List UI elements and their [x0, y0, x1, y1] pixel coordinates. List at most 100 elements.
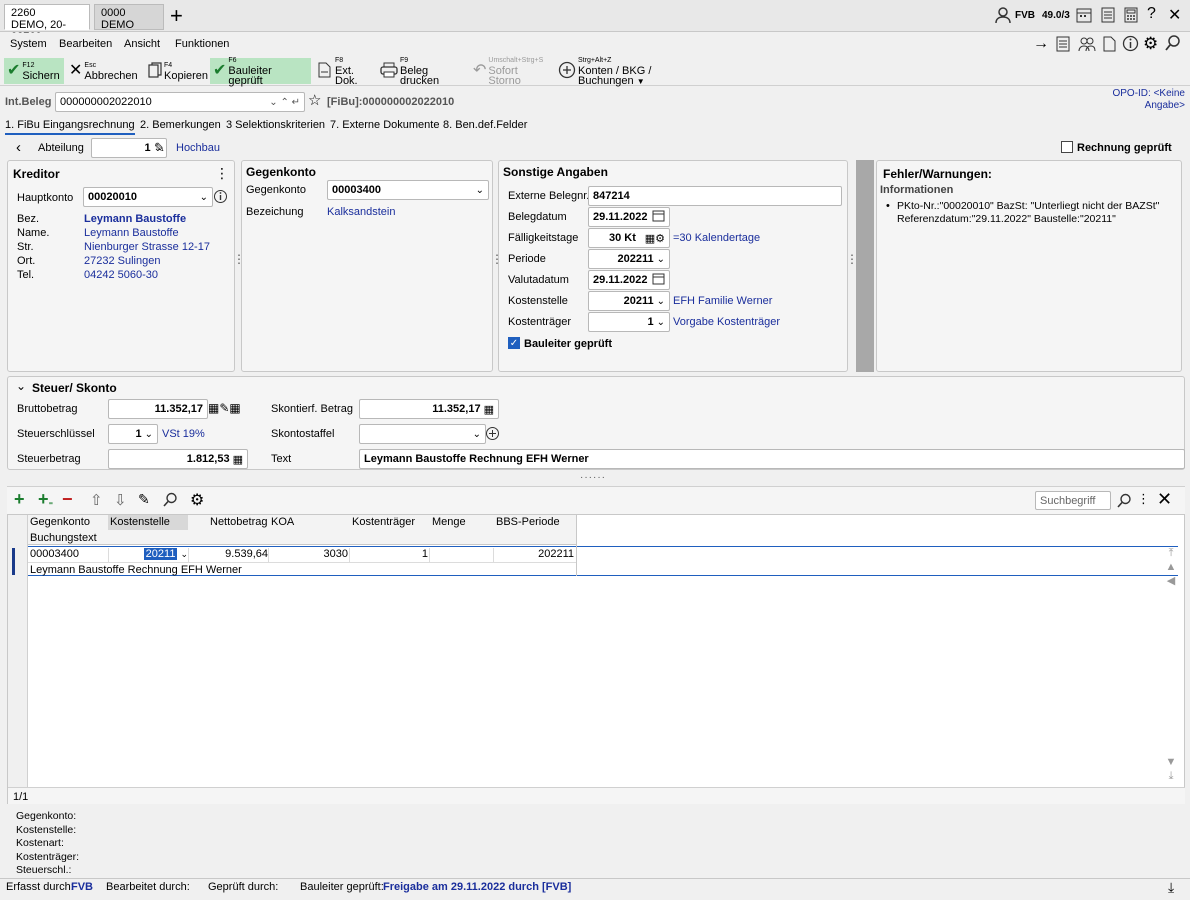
- edit-pencil-icon[interactable]: ✎: [154, 140, 165, 156]
- bauleiter-geprueft-button[interactable]: ✔ F6 Bauleiter geprüft: [210, 57, 311, 87]
- calculator-icon[interactable]: ▦: [484, 403, 494, 416]
- cancel-button[interactable]: ✕ Esc Abbrechen: [66, 58, 140, 84]
- grid-search-input[interactable]: Suchbegriff: [1035, 491, 1111, 510]
- menu-bearbeiten[interactable]: Bearbeiten: [59, 38, 112, 50]
- back-chevron-icon[interactable]: ‹: [16, 139, 21, 156]
- col-kostentraeger[interactable]: Kostenträger: [352, 516, 415, 528]
- konten-button[interactable]: Strg+Alt+Z Konten / BKG / Buchungen ▼: [555, 57, 713, 86]
- help-icon[interactable]: ?: [1147, 5, 1156, 23]
- bauleiter-checkbox[interactable]: ✓: [508, 337, 520, 350]
- menu-funktionen[interactable]: Funktionen: [175, 38, 229, 50]
- info-icon[interactable]: [1122, 35, 1139, 55]
- star-icon[interactable]: ☆: [308, 91, 321, 109]
- delete-row-icon[interactable]: −: [62, 490, 73, 508]
- settings-icon[interactable]: ⚙: [190, 490, 204, 510]
- calendar-icon[interactable]: [652, 209, 665, 225]
- window-tab-2260[interactable]: 2260 DEMO, 20-02760: [4, 4, 90, 43]
- valutadatum-input[interactable]: 29.11.2022: [588, 270, 670, 290]
- ext-belegnr-input[interactable]: 847214: [588, 186, 842, 206]
- tab-bemerkungen[interactable]: 2. Bemerkungen: [140, 119, 221, 131]
- more-icon[interactable]: ⋮: [215, 165, 229, 182]
- info-icon[interactable]: [213, 189, 228, 207]
- col-kostenstelle[interactable]: Kostenstelle: [110, 516, 170, 528]
- save-button[interactable]: ✔ F12 Sichern: [4, 58, 64, 84]
- int-beleg-input[interactable]: 000000002022010 ⌄ ⌃ ↵: [55, 92, 305, 112]
- window-tab-0000[interactable]: 0000 DEMO: [94, 4, 164, 31]
- print-button[interactable]: F9 Beleg drucken: [377, 57, 467, 87]
- user-icon[interactable]: [994, 6, 1012, 27]
- close-window-icon[interactable]: ✕: [1168, 5, 1181, 25]
- row-gegenkonto[interactable]: 00003400: [30, 548, 79, 560]
- skontierf-input[interactable]: 11.352,17 ▦: [359, 399, 499, 419]
- tab-selektionskriterien[interactable]: 3 Selektionskriterien: [226, 119, 325, 131]
- belegdatum-input[interactable]: 29.11.2022: [588, 207, 670, 227]
- menu-system[interactable]: System: [10, 38, 47, 50]
- copy-button[interactable]: F4 Kopieren: [145, 58, 208, 84]
- calendar-settings-icon[interactable]: ▦⚙: [645, 232, 665, 245]
- col-gegenkonto[interactable]: Gegenkonto: [30, 516, 90, 528]
- periode-select[interactable]: 202211 ⌄: [588, 249, 670, 269]
- notes-icon[interactable]: [1100, 7, 1116, 26]
- close-icon[interactable]: ✕: [1157, 489, 1172, 510]
- calculator-icon[interactable]: ▦: [233, 453, 243, 466]
- tab-externe-dokumente[interactable]: 7. Externe Dokumente: [330, 119, 439, 131]
- move-down-icon[interactable]: ⇩: [114, 491, 127, 509]
- row-nettobetrag[interactable]: 9.539,64: [190, 548, 268, 560]
- add-row-icon[interactable]: +: [14, 490, 25, 508]
- add-subrow-icon[interactable]: +₌: [38, 490, 53, 511]
- users-icon[interactable]: [1078, 36, 1096, 55]
- skontostaffel-select[interactable]: ⌄: [359, 424, 486, 444]
- splitter-handle-horizontal[interactable]: ······: [580, 472, 606, 483]
- calculator-pencil-icon[interactable]: ▦✎▦: [208, 401, 241, 415]
- col-menge[interactable]: Menge: [432, 516, 466, 528]
- search-icon[interactable]: [1165, 35, 1181, 54]
- add-circle-icon[interactable]: [485, 426, 500, 444]
- list-icon[interactable]: [1056, 36, 1070, 55]
- hauptkonto-value: 00020010: [88, 191, 137, 203]
- gegenkonto-select[interactable]: 00003400 ⌄: [327, 180, 489, 200]
- col-bbs-periode[interactable]: BBS-Periode: [496, 516, 560, 528]
- brutto-input[interactable]: 11.352,17: [108, 399, 208, 419]
- row-koa[interactable]: 3030: [270, 548, 348, 560]
- ext-dok-button[interactable]: F8 Ext. Dok.: [314, 57, 376, 87]
- scroll-top-icon[interactable]: ⤒ ▲ ◀: [1164, 546, 1178, 588]
- scroll-bottom-icon[interactable]: ▼ ⤓: [1164, 755, 1178, 783]
- col-koa[interactable]: KOA: [271, 516, 294, 528]
- scroll-down-icon[interactable]: ⤓: [1168, 879, 1174, 896]
- text-input[interactable]: Leymann Baustoffe Rechnung EFH Werner: [359, 449, 1185, 469]
- search-icon[interactable]: [1117, 493, 1132, 511]
- row-buchungstext[interactable]: Leymann Baustoffe Rechnung EFH Werner: [30, 564, 242, 576]
- abteilung-value: 1: [144, 142, 151, 154]
- kostenstelle-select[interactable]: 20211 ⌄: [588, 291, 670, 311]
- col-buchungstext[interactable]: Buchungstext: [30, 532, 97, 544]
- kostentraeger-select[interactable]: 1 ⌄: [588, 312, 670, 332]
- storno-button[interactable]: ↶ Umschalt+Strg+S Sofort Storno: [470, 57, 553, 87]
- tab-ben-def-felder[interactable]: 8. Ben.def.Felder: [443, 119, 527, 131]
- arrow-right-icon[interactable]: →: [1033, 35, 1049, 53]
- panel-scroll-strip[interactable]: [856, 160, 874, 372]
- menu-ansicht[interactable]: Ansicht: [124, 38, 160, 50]
- calendar-icon[interactable]: [1076, 7, 1092, 26]
- calculator-icon[interactable]: [1123, 7, 1139, 26]
- search-icon[interactable]: [163, 492, 178, 510]
- opo-id-label: OPO-ID: <Keine Angabe>: [1112, 88, 1185, 111]
- steuerschluessel-select[interactable]: 1 ⌄: [108, 424, 158, 444]
- settings-icon[interactable]: ⚙: [1143, 34, 1158, 54]
- add-tab-icon[interactable]: +: [170, 4, 183, 28]
- more-icon[interactable]: ⋮: [1137, 491, 1150, 507]
- collapse-chevron-icon[interactable]: ⌄: [16, 379, 26, 393]
- row-bbs-periode[interactable]: 202211: [494, 548, 574, 560]
- document-icon[interactable]: [1102, 36, 1116, 55]
- tab-fibu-eingangsrechnung[interactable]: 1. FiBu Eingangsrechnung: [5, 119, 135, 135]
- faelligkeitstage-input[interactable]: 30 Kt ▦⚙: [588, 228, 670, 248]
- row-kostentraeger[interactable]: 1: [350, 548, 428, 560]
- row-kostenstelle-cell[interactable]: 20211 ⌄: [108, 547, 188, 561]
- hauptkonto-select[interactable]: 00020010 ⌄: [83, 187, 213, 207]
- edit-pencil-icon[interactable]: ✎: [138, 491, 150, 508]
- col-nettobetrag[interactable]: Nettobetrag: [210, 516, 267, 528]
- calendar-icon[interactable]: [652, 272, 665, 288]
- steuerbetrag-input[interactable]: 1.812,53 ▦: [108, 449, 248, 469]
- kreditor-ort-label: Ort.: [17, 255, 36, 267]
- rechnung-geprueft-checkbox[interactable]: [1061, 141, 1073, 154]
- move-up-icon[interactable]: ⇧: [90, 491, 103, 509]
